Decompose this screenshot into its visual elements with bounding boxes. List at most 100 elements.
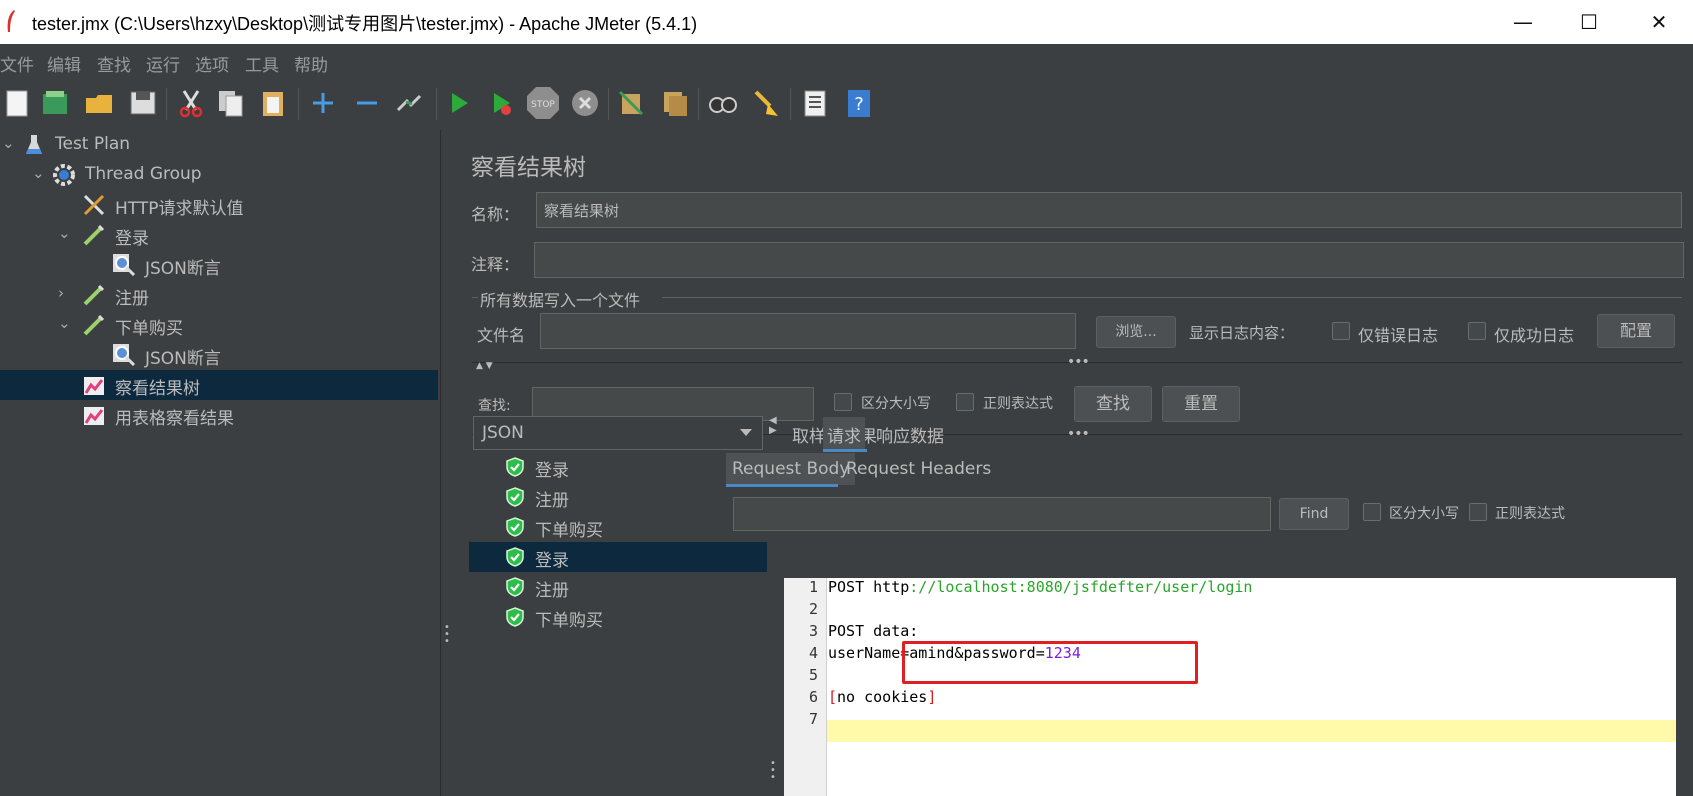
menu-search[interactable]: 查找 [97, 51, 131, 76]
search-icon[interactable] [708, 88, 738, 118]
paste-icon[interactable] [258, 88, 288, 118]
reset-button[interactable]: 重置 [1162, 386, 1240, 422]
start-no-pause-icon[interactable] [486, 88, 516, 118]
success-shield-icon [506, 607, 524, 627]
toolbar: STOP ? [0, 80, 1693, 128]
errors-only-checkbox[interactable] [1332, 322, 1350, 340]
help-icon[interactable]: ? [844, 88, 874, 118]
tree-item-register[interactable]: › 注册 [0, 280, 438, 310]
name-label: 名称： [471, 205, 520, 224]
close-button[interactable]: ✕ [1639, 6, 1679, 38]
name-field[interactable] [536, 192, 1682, 228]
tree-item-json-assertion[interactable]: JSON断言 [0, 250, 438, 280]
body-regex-checkbox[interactable] [1469, 503, 1487, 521]
search-label: 查找: [478, 398, 511, 414]
stop-icon[interactable]: STOP [526, 86, 560, 120]
maximize-button[interactable]: ☐ [1569, 6, 1609, 38]
assertion-icon [113, 254, 136, 277]
result-item[interactable]: 注册 [469, 482, 767, 512]
tab-response-data[interactable]: 响应数据 [876, 422, 944, 447]
tree-item-json-assertion[interactable]: JSON断言 [0, 340, 438, 370]
result-item[interactable]: 登录 [469, 452, 767, 482]
body-case-sensitive-checkbox[interactable] [1363, 503, 1381, 521]
vertical-scrollbar[interactable] [1676, 578, 1693, 796]
tree-item-thread-group[interactable]: ⌄ Thread Group [0, 160, 438, 190]
chevron-down-icon[interactable]: ⌄ [58, 314, 71, 332]
clear-icon[interactable] [616, 88, 646, 118]
collapse-icon[interactable] [352, 88, 382, 118]
success-shield-icon [506, 547, 524, 567]
body-case-sensitive-label: 区分大小写 [1389, 506, 1459, 522]
success-shield-icon [506, 457, 524, 477]
chevron-down-icon[interactable]: ⌄ [58, 224, 71, 242]
menu-file[interactable]: 文件 [0, 51, 34, 76]
menu-help[interactable]: 帮助 [294, 51, 328, 76]
clear-all-icon[interactable] [660, 88, 690, 118]
chevron-down-icon[interactable]: ⌄ [2, 134, 15, 152]
find-button[interactable]: 查找 [1074, 386, 1152, 422]
chevron-down-icon[interactable]: ⌄ [32, 164, 45, 182]
tree-item-view-results-table[interactable]: 用表格察看结果 [0, 400, 438, 430]
flask-icon [26, 135, 42, 154]
success-shield-icon [506, 517, 524, 537]
errors-only-label: 仅错误日志 [1358, 326, 1439, 345]
start-icon[interactable] [444, 88, 474, 118]
menu-bar: 文件 编辑 查找 运行 选项 工具 帮助 [0, 44, 1693, 78]
tab-request[interactable]: 请求 [823, 417, 865, 452]
body-find-button[interactable]: Find [1279, 498, 1349, 530]
reset-search-icon[interactable] [752, 88, 782, 118]
tab-request-headers[interactable]: Request Headers [846, 459, 991, 479]
sampler-icon [83, 314, 105, 336]
tree-splitter[interactable]: • • • [440, 130, 453, 796]
renderer-select[interactable]: JSON [473, 416, 763, 450]
open-icon[interactable] [84, 88, 114, 118]
result-item[interactable]: 登录 [469, 542, 767, 572]
menu-edit[interactable]: 编辑 [47, 51, 81, 76]
menu-run[interactable]: 运行 [146, 51, 180, 76]
toggle-icon[interactable] [394, 88, 424, 118]
tree-item-view-results-tree[interactable]: 察看结果树 [0, 370, 438, 400]
case-sensitive-checkbox[interactable] [834, 393, 852, 411]
chevron-down-icon [740, 429, 752, 436]
copy-icon[interactable] [216, 88, 246, 118]
expand-icon[interactable] [308, 88, 338, 118]
gear-icon [53, 164, 75, 186]
result-item[interactable]: 下单购买 [469, 512, 767, 542]
log-content-label: 显示日志内容： [1189, 324, 1295, 342]
tools-icon [83, 194, 105, 216]
tree-item-test-plan[interactable]: ⌄ Test Plan [0, 130, 438, 160]
result-item[interactable]: 注册 [469, 572, 767, 602]
menu-tools[interactable]: 工具 [245, 51, 279, 76]
filename-label: 文件名 [477, 326, 526, 345]
comment-label: 注释： [471, 255, 520, 274]
code-line-1: POST http://localhost:8080/jsfdefter/use… [828, 578, 1253, 596]
drag-handle-icon[interactable]: • • • [444, 623, 450, 647]
function-helper-icon[interactable] [800, 88, 830, 118]
shutdown-icon[interactable] [570, 88, 600, 118]
title-bar: tester.jmx (C:\Users\hzxy\Desktop\测试专用图片… [0, 0, 1693, 44]
assertion-icon [113, 344, 136, 367]
templates-icon[interactable] [40, 88, 70, 118]
regex-checkbox[interactable] [956, 393, 974, 411]
collapse-divider[interactable]: ▲ ▼••• [472, 354, 1682, 373]
new-icon[interactable] [2, 88, 32, 118]
menu-options[interactable]: 选项 [195, 51, 229, 76]
filename-field[interactable] [540, 313, 1076, 349]
body-regex-label: 正则表达式 [1495, 506, 1565, 522]
success-only-checkbox[interactable] [1468, 322, 1486, 340]
cut-icon[interactable] [176, 88, 206, 118]
tree-item-http-defaults[interactable]: HTTP请求默认值 [0, 190, 438, 220]
result-item[interactable]: 下单购买 [469, 602, 767, 632]
request-body-editor[interactable]: 1 2 3 4 5 6 7 POST http://localhost:8080… [784, 578, 1676, 796]
window-title: tester.jmx (C:\Users\hzxy\Desktop\测试专用图片… [32, 14, 698, 34]
body-search-input[interactable] [733, 497, 1271, 531]
configure-button[interactable]: 配置 [1597, 314, 1675, 348]
comment-field[interactable] [534, 242, 1684, 278]
tree-item-login[interactable]: ⌄ 登录 [0, 220, 438, 250]
save-icon[interactable] [128, 88, 158, 118]
minimize-button[interactable]: — [1503, 6, 1543, 38]
chevron-right-icon[interactable]: › [58, 284, 64, 302]
tree-item-purchase[interactable]: ⌄ 下单购买 [0, 310, 438, 340]
browse-button[interactable]: 浏览... [1096, 316, 1176, 348]
view-results-tree-panel: 察看结果树 名称： 注释： 所有数据写入一个文件 文件名 浏览... 显示日志内… [454, 130, 1693, 796]
